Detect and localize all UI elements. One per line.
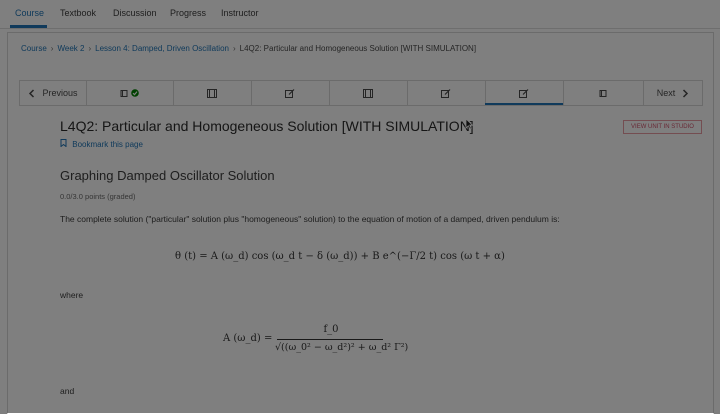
sequence-unit-6[interactable] bbox=[485, 81, 564, 105]
breadcrumb-course[interactable]: Course bbox=[21, 44, 47, 53]
unit-title: L4Q2: Particular and Homogeneous Solutio… bbox=[60, 118, 474, 134]
denominator: √((ω_0² − ω_d²)² + ω_d² Γ²) bbox=[275, 342, 409, 353]
where-label: where bbox=[60, 290, 84, 300]
bookmark-label: Bookmark this page bbox=[72, 140, 143, 149]
content-area: Course › Week 2 › Lesson 4: Damped, Driven O… bbox=[7, 32, 714, 414]
bookmark-button[interactable]: Bookmark this page bbox=[60, 139, 143, 149]
breadcrumb-lesson[interactable]: Lesson 4: Damped, Driven Oscillation bbox=[95, 44, 229, 53]
video-icon bbox=[207, 88, 217, 98]
problem-intro: The complete solution ("particular" solu… bbox=[60, 214, 560, 224]
equation-lhs: A (ω_d) = bbox=[223, 333, 273, 344]
problem-title: Graphing Damped Oscillator Solution bbox=[60, 168, 275, 183]
chevron-right-icon: › bbox=[232, 44, 236, 53]
book-icon bbox=[120, 89, 128, 97]
problem-icon bbox=[285, 88, 295, 98]
view-in-studio-button[interactable]: VIEW UNIT IN STUDIO bbox=[623, 120, 702, 134]
equation-amplitude: A (ω_d) = f_0 √((ω_0² − ω_d²)² + ω_d² Γ²… bbox=[223, 318, 408, 368]
next-button[interactable]: Next bbox=[643, 81, 702, 105]
video-icon bbox=[363, 88, 373, 98]
chevron-right-icon: › bbox=[50, 44, 54, 53]
tab-discussion[interactable]: Discussion bbox=[113, 8, 157, 18]
tab-instructor[interactable]: Instructor bbox=[221, 8, 259, 18]
book-icon bbox=[599, 89, 606, 97]
chevron-right-icon: › bbox=[88, 44, 92, 53]
tab-progress[interactable]: Progress bbox=[170, 8, 206, 18]
next-label: Next bbox=[656, 88, 676, 98]
breadcrumb-week[interactable]: Week 2 bbox=[57, 44, 84, 53]
equation-text: θ (t) = A (ω_d) cos (ω_d t − δ (ω_d)) + … bbox=[175, 251, 505, 262]
mouse-cursor-icon bbox=[465, 118, 473, 130]
chevron-left-icon bbox=[29, 88, 35, 98]
problem-icon bbox=[441, 88, 451, 98]
sequence-unit-1[interactable] bbox=[86, 81, 174, 105]
fraction-bar bbox=[277, 339, 383, 340]
sequence-unit-2[interactable] bbox=[173, 81, 252, 105]
active-tab-indicator bbox=[10, 25, 47, 28]
sequence-unit-3[interactable] bbox=[251, 81, 330, 105]
bookmark-icon bbox=[60, 139, 67, 148]
sequence-nav: Previous Next bbox=[19, 80, 703, 106]
chevron-right-icon bbox=[683, 88, 689, 98]
previous-label: Previous bbox=[42, 88, 78, 98]
tab-textbook[interactable]: Textbook bbox=[60, 8, 96, 18]
problem-icon bbox=[519, 88, 529, 98]
tab-course[interactable]: Course bbox=[15, 8, 44, 18]
sequence-unit-7[interactable] bbox=[563, 81, 644, 105]
and-label: and bbox=[60, 386, 75, 396]
problem-points: 0.0/3.0 points (graded) bbox=[60, 192, 136, 201]
equation-complete-solution: θ (t) = A (ω_d) cos (ω_d t − δ (ω_d)) + … bbox=[175, 251, 505, 262]
previous-button[interactable]: Previous bbox=[20, 81, 87, 105]
courseware-page: Course Textbook Discussion Progress Inst… bbox=[0, 0, 720, 414]
course-tabs: Course Textbook Discussion Progress Inst… bbox=[0, 0, 720, 29]
breadcrumb-current: L4Q2: Particular and Homogeneous Solutio… bbox=[239, 44, 477, 53]
sequence-unit-4[interactable] bbox=[329, 81, 408, 105]
check-icon bbox=[131, 89, 139, 97]
breadcrumb: Course › Week 2 › Lesson 4: Damped, Driven O… bbox=[21, 44, 476, 53]
numerator: f_0 bbox=[323, 324, 339, 335]
sequence-unit-5[interactable] bbox=[407, 81, 486, 105]
